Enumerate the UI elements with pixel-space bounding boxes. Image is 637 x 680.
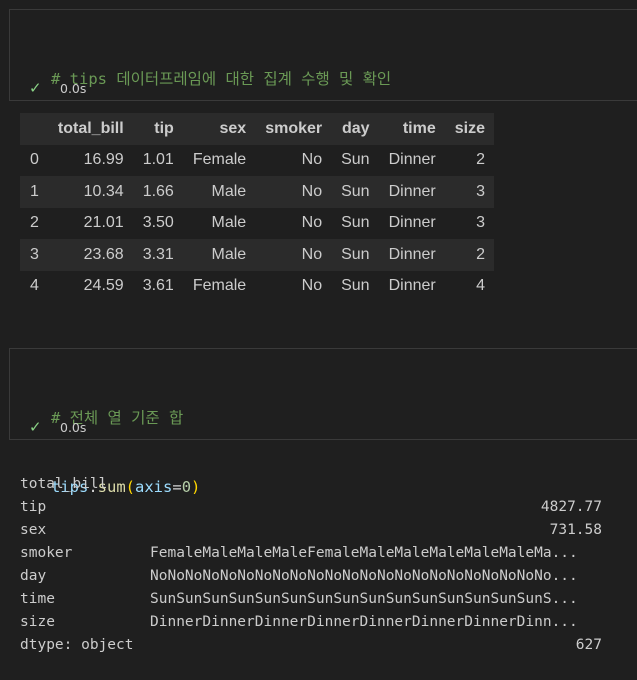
series-dtype: dtype: object [20, 611, 602, 653]
table-cell: 23.68 [83, 245, 124, 263]
table-cell: Dinner [388, 182, 436, 200]
table-cell: Dinner [388, 277, 436, 295]
column-header [20, 113, 48, 145]
table-cell: Sun [341, 214, 370, 232]
table-header-row: total_bill tip sex smoker day time size [20, 113, 494, 145]
check-icon: ✓ [29, 79, 42, 97]
table-cell: Male [211, 245, 247, 263]
series-output: total_bill 4827.77 tip 731.58 sex Female… [20, 450, 602, 653]
series-row: day SunSunSunSunSunSunSunSunSunSunSunSun… [20, 542, 602, 607]
table-cell: 1.01 [142, 151, 174, 169]
series-row: smoker NoNoNoNoNoNoNoNoNoNoNoNoNoNoNoNoN… [20, 519, 602, 584]
table-cell: Sun [341, 277, 370, 295]
table-cell: 2 [476, 245, 485, 263]
column-header: size [454, 119, 485, 137]
table-cell: Female [192, 277, 247, 295]
execution-time: 0.0s [60, 80, 87, 96]
table-cell: No [301, 214, 323, 232]
row-index: 4 [30, 277, 39, 295]
dataframe-table: total_bill tip sex smoker day time size … [20, 113, 494, 302]
table-cell: Male [211, 182, 247, 200]
row-index: 3 [30, 245, 39, 263]
row-index: 2 [30, 214, 39, 232]
series-row: sex FemaleMaleMaleMaleFemaleMaleMaleMale… [20, 496, 602, 561]
table-cell: 1.66 [142, 182, 174, 200]
series-value: 627 [575, 637, 602, 653]
table-cell: 2 [476, 151, 485, 169]
table-cell: No [301, 151, 323, 169]
series-row: total_bill 4827.77 [20, 450, 602, 515]
table-cell: 24.59 [83, 277, 124, 295]
execution-status: ✓ 0.0s [29, 418, 86, 436]
table-cell: 10.34 [83, 182, 124, 200]
table-cell: Dinner [388, 245, 436, 263]
table-row: 2 21.01 3.50 Male No Sun Dinner 3 [20, 207, 494, 239]
check-icon: ✓ [29, 418, 42, 436]
table-cell: 3 [476, 214, 485, 232]
series-row: time DinnerDinnerDinnerDinnerDinnerDinne… [20, 565, 602, 630]
table-cell: 21.01 [83, 214, 124, 232]
table-cell: Dinner [388, 151, 436, 169]
table-cell: Dinner [388, 214, 436, 232]
dtype-label: dtype: object [20, 637, 134, 653]
table-cell: 3.31 [142, 245, 174, 263]
column-header: day [342, 119, 370, 137]
table-cell: Sun [341, 245, 370, 263]
table-row: 0 16.99 1.01 Female No Sun Dinner 2 [20, 144, 494, 176]
table-cell: No [301, 245, 323, 263]
execution-status: ✓ 0.0s [29, 79, 86, 97]
code-comment: # tips 데이터프레임에 대한 집계 수행 및 확인 [51, 70, 392, 88]
table-row: 3 23.68 3.31 Male No Sun Dinner 2 [20, 239, 494, 271]
table-cell: Male [211, 214, 247, 232]
table-cell: 4 [476, 277, 485, 295]
column-header: sex [219, 119, 247, 137]
table-cell: Female [192, 151, 247, 169]
table-cell: 3.50 [142, 214, 174, 232]
table-cell: 3 [476, 182, 485, 200]
table-row: 1 10.34 1.66 Male No Sun Dinner 3 [20, 176, 494, 208]
column-header: tip [154, 119, 174, 137]
row-index: 1 [30, 182, 39, 200]
column-header: time [402, 119, 436, 137]
table-cell: No [301, 182, 323, 200]
series-row: size 627 [20, 588, 602, 653]
series-row: tip 731.58 [20, 473, 602, 538]
code-cell-sum[interactable]: # 전체 열 기준 합 tips.sum(axis=0) ✓ 0.0s [9, 348, 637, 496]
code-cell-head[interactable]: # tips 데이터프레임에 대한 집계 수행 및 확인 tips.head()… [9, 9, 637, 157]
column-header: total_bill [57, 119, 124, 137]
row-index: 0 [30, 151, 39, 169]
execution-time: 0.0s [60, 419, 87, 435]
table-row: 4 24.59 3.61 Female No Sun Dinner 4 [20, 270, 494, 302]
table-cell: 3.61 [142, 277, 174, 295]
column-header: smoker [265, 119, 323, 137]
table-cell: Sun [341, 182, 370, 200]
table-cell: Sun [341, 151, 370, 169]
table-cell: No [301, 277, 323, 295]
table-cell: 16.99 [83, 151, 124, 169]
